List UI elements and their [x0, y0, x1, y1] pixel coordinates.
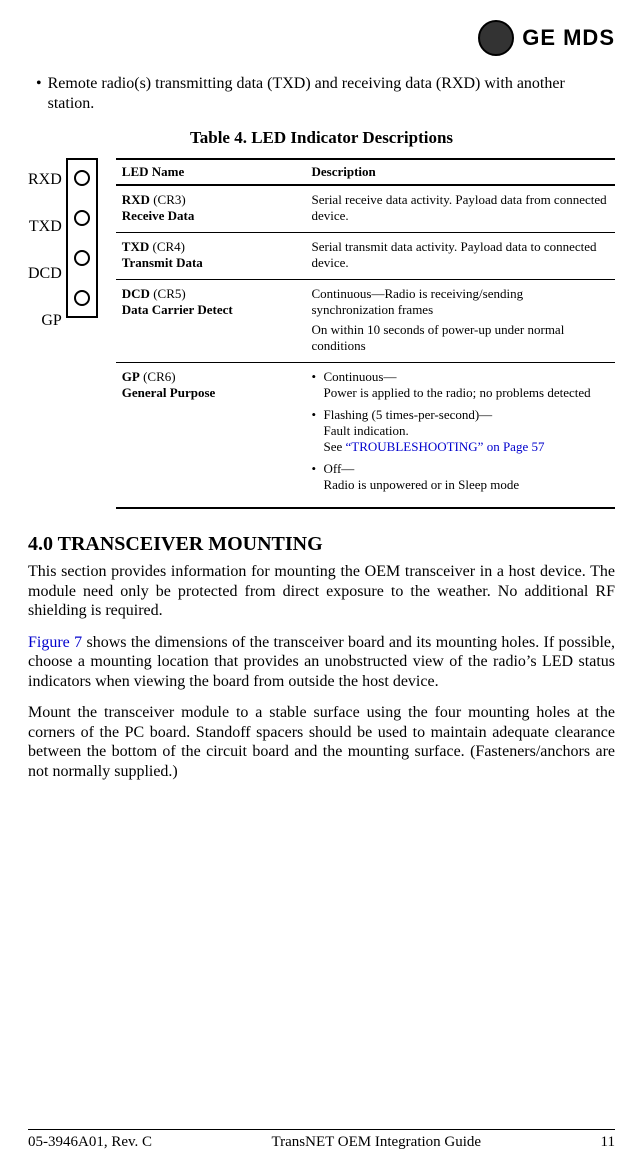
- th-led-name: LED Name: [116, 159, 306, 185]
- th-description: Description: [305, 159, 615, 185]
- led-label-rxd: RXD: [28, 171, 62, 189]
- cell-led-name: GP (CR6) General Purpose: [116, 363, 306, 509]
- led-diagram-labels: RXD TXD DCD GP: [28, 158, 66, 330]
- cell-led-name: RXD (CR3) Receive Data: [116, 185, 306, 233]
- led-label-txd: TXD: [28, 218, 62, 236]
- bullet-icon: •: [36, 74, 42, 114]
- footer-title: TransNET OEM Integration Guide: [272, 1134, 482, 1151]
- led-label-gp: GP: [28, 312, 62, 330]
- led-icon: [74, 210, 90, 226]
- ge-badge-icon: [478, 20, 514, 56]
- led-diagram: [66, 158, 98, 318]
- figure-7-link[interactable]: Figure 7: [28, 634, 82, 651]
- table-row: RXD (CR3) Receive Data Serial receive da…: [116, 185, 615, 233]
- cell-desc: Continuous— Power is applied to the radi…: [305, 363, 615, 509]
- brand-logo: GE MDS: [28, 20, 615, 56]
- section-heading: 4.0 TRANSCEIVER MOUNTING: [28, 533, 615, 556]
- page-footer: 05-3946A01, Rev. C TransNET OEM Integrat…: [28, 1129, 615, 1151]
- table-row: DCD (CR5) Data Carrier Detect Continuous…: [116, 280, 615, 363]
- led-icon: [74, 170, 90, 186]
- cell-desc: Continuous—Radio is receiving/sending sy…: [305, 280, 615, 363]
- led-label-dcd: DCD: [28, 265, 62, 283]
- bullet-text: Remote radio(s) transmitting data (TXD) …: [48, 74, 615, 114]
- footer-page-number: 11: [601, 1134, 615, 1151]
- list-item: Off— Radio is unpowered or in Sleep mode: [311, 461, 609, 493]
- table-row: GP (CR6) General Purpose Continuous— Pow…: [116, 363, 615, 509]
- footer-doc-id: 05-3946A01, Rev. C: [28, 1134, 152, 1151]
- table-row: TXD (CR4) Transmit Data Serial transmit …: [116, 233, 615, 280]
- table-caption: Table 4. LED Indicator Descriptions: [28, 128, 615, 148]
- brand-text: GE MDS: [522, 25, 615, 51]
- cell-led-name: DCD (CR5) Data Carrier Detect: [116, 280, 306, 363]
- led-icon: [74, 250, 90, 266]
- troubleshooting-link[interactable]: “TROUBLESHOOTING” on Page 57: [346, 439, 545, 454]
- list-item: Continuous— Power is applied to the radi…: [311, 369, 609, 401]
- cell-led-name: TXD (CR4) Transmit Data: [116, 233, 306, 280]
- body-paragraph: This section provides information for mo…: [28, 562, 615, 621]
- led-panel: [66, 158, 98, 318]
- list-item: Flashing (5 times-per-second)— Fault ind…: [311, 407, 609, 455]
- body-paragraph: Mount the transceiver module to a stable…: [28, 703, 615, 781]
- led-table: LED Name Description RXD (CR3) Receive D…: [116, 158, 615, 509]
- cell-desc: Serial transmit data activity. Payload d…: [305, 233, 615, 280]
- led-icon: [74, 290, 90, 306]
- body-paragraph: Figure 7 shows the dimensions of the tra…: [28, 633, 615, 692]
- cell-desc: Serial receive data activity. Payload da…: [305, 185, 615, 233]
- intro-bullet: • Remote radio(s) transmitting data (TXD…: [36, 74, 615, 114]
